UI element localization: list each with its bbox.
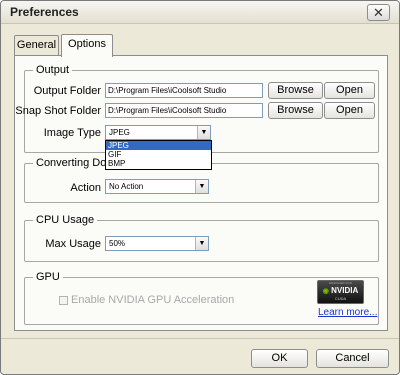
action-value: No Action	[109, 182, 144, 191]
dropdown-option-bmp[interactable]: BMP	[106, 159, 211, 168]
gpu-acceleration-label: Enable NVIDIA GPU Acceleration	[71, 294, 235, 306]
nvidia-cuda-logo: DESIGNED FOR ◉ NVIDIA CUDA	[317, 280, 364, 304]
cpu-usage-legend: CPU Usage	[33, 214, 98, 226]
nvidia-badge-bottom: CUDA	[334, 296, 347, 301]
image-type-dropdown: JPEG GIF BMP	[105, 140, 212, 170]
snapshot-browse-button[interactable]: Browse	[268, 102, 323, 119]
tab-options[interactable]: Options	[61, 34, 113, 57]
image-type-value: JPEG	[109, 128, 130, 137]
footer-divider	[1, 338, 399, 339]
close-button[interactable]: ✕	[367, 4, 390, 21]
window-title: Preferences	[10, 5, 79, 19]
action-select[interactable]: No Action ▼	[105, 179, 209, 194]
action-label: Action	[70, 182, 101, 194]
gpu-legend: GPU	[33, 271, 63, 283]
title-bar: Preferences ✕	[1, 1, 399, 24]
max-usage-label: Max Usage	[45, 238, 101, 250]
max-usage-select[interactable]: 50% ▼	[105, 236, 209, 251]
output-open-button[interactable]: Open	[324, 82, 375, 99]
close-icon: ✕	[373, 5, 384, 20]
chevron-down-icon[interactable]: ▼	[195, 237, 208, 250]
nvidia-eye-icon: ◉	[322, 288, 329, 295]
converting-legend: Converting Don	[33, 157, 116, 169]
preferences-window: Preferences ✕ General Options Output Out…	[0, 0, 400, 375]
output-browse-button[interactable]: Browse	[268, 82, 323, 99]
dropdown-option-gif[interactable]: GIF	[106, 150, 211, 159]
snapshot-folder-field[interactable]: D:\Program Files\iCoolsoft Studio	[105, 103, 263, 118]
snapshot-open-button[interactable]: Open	[324, 102, 375, 119]
cancel-button[interactable]: Cancel	[316, 349, 389, 368]
max-usage-value: 50%	[109, 239, 126, 248]
dropdown-option-jpeg[interactable]: JPEG	[106, 141, 211, 150]
snapshot-folder-label: Snap Shot Folder	[15, 105, 101, 117]
ok-button[interactable]: OK	[251, 349, 308, 368]
output-folder-field[interactable]: D:\Program Files\iCoolsoft Studio	[105, 83, 263, 98]
output-legend: Output	[33, 64, 73, 76]
nvidia-badge-brand: NVIDIA	[331, 286, 359, 295]
image-type-label: Image Type	[43, 127, 101, 139]
tab-general[interactable]: General	[14, 35, 59, 56]
chevron-down-icon[interactable]: ▼	[195, 180, 208, 193]
chevron-down-icon[interactable]: ▼	[197, 126, 210, 139]
gpu-acceleration-checkbox[interactable]	[59, 296, 68, 305]
output-folder-label: Output Folder	[33, 85, 101, 97]
learn-more-link[interactable]: Learn more...	[318, 307, 377, 318]
image-type-select[interactable]: JPEG ▼	[105, 125, 211, 140]
